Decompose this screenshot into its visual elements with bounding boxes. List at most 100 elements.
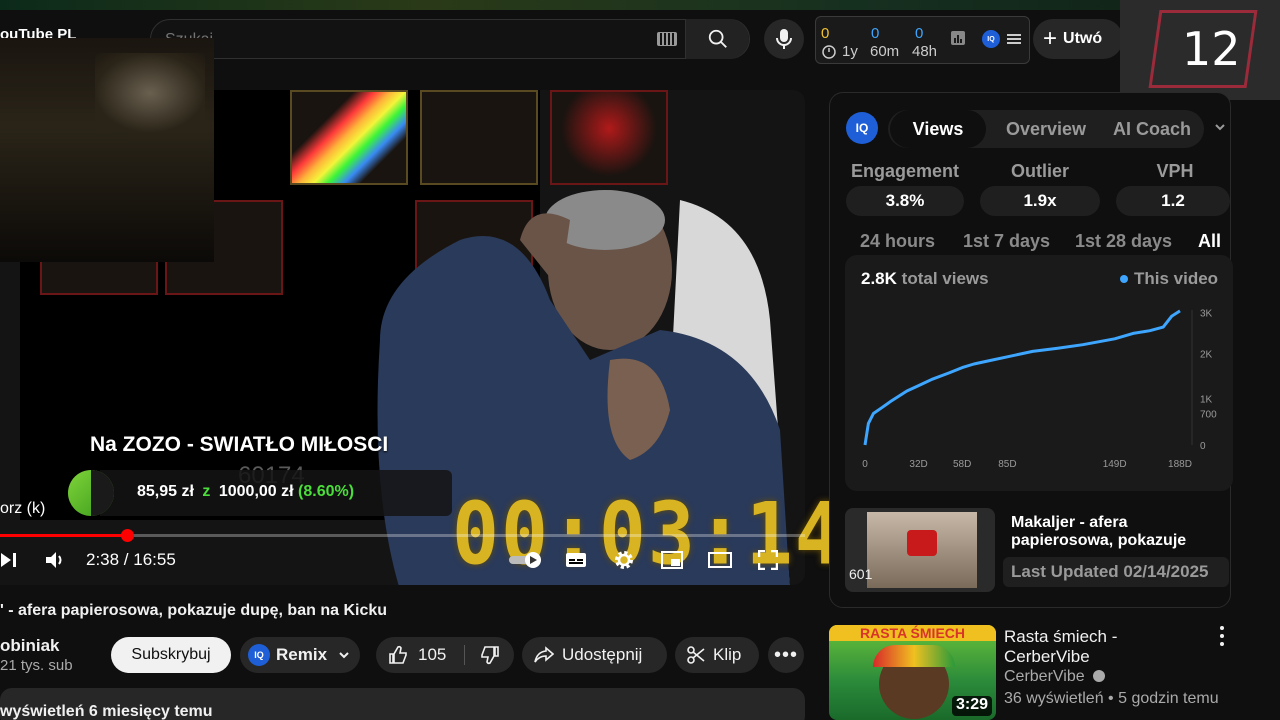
recommendation-channel-name: CerberVibe [1004, 668, 1085, 685]
fullscreen-button[interactable] [756, 548, 780, 572]
panel-collapse-chevron-icon[interactable] [1214, 120, 1226, 138]
kebab-dot [1220, 634, 1224, 638]
video-title: ' - afera papierosowa, pokazuje dupę, ba… [0, 602, 388, 619]
range-all[interactable]: All [1198, 231, 1221, 252]
search-input[interactable] [165, 28, 645, 52]
stat-1y-value: 0 [821, 25, 830, 42]
clip-button[interactable]: Klip [675, 637, 759, 673]
kebab-dot [1220, 626, 1224, 630]
search-icon [708, 29, 727, 48]
extension-stats-box[interactable]: 0 1y 0 60m 0 48h IQ [815, 16, 1030, 64]
donation-progress-circle [68, 470, 114, 516]
volume-icon [46, 552, 62, 568]
range-24-hours[interactable]: 24 hours [860, 231, 935, 252]
donation-connector: z [202, 483, 211, 500]
verified-icon [1093, 670, 1106, 682]
thumbs-down-icon [480, 646, 499, 665]
x-tick-label: 32D [909, 459, 927, 470]
next-button[interactable] [0, 548, 20, 572]
remix-button[interactable]: IQ Remix [240, 637, 360, 673]
progress-bar-fill [0, 534, 128, 537]
x-tick-label: 149D [1103, 459, 1127, 470]
dislike-button[interactable] [465, 637, 514, 673]
tab-ai-coach[interactable]: AI Coach [1102, 110, 1202, 148]
microphone-icon [776, 29, 792, 49]
stat-48h-label: 48h [912, 43, 938, 60]
thumbnail-hat [873, 645, 955, 667]
menu-icon[interactable] [1007, 32, 1021, 46]
stat-48h-value: 0 [915, 25, 924, 42]
autoplay-icon [509, 552, 541, 568]
total-views-suffix: total views [901, 269, 989, 288]
metric-engagement-value: 3.8% [846, 186, 964, 216]
metric-outlier-label: Outlier [1010, 161, 1069, 181]
bar-chart-icon[interactable] [950, 30, 966, 46]
subtitles-button[interactable] [564, 548, 588, 572]
y-tick-label: 0 [1200, 441, 1206, 452]
subtitles-icon [566, 553, 586, 567]
theater-icon [708, 552, 732, 568]
range-first-28-days[interactable]: 1st 28 days [1075, 231, 1172, 252]
views-line-chart: 0 700 1K 2K 3K 0 32D 58D 85D 149D 188D [862, 308, 1217, 470]
iq-extension-icon[interactable]: IQ [982, 30, 1000, 48]
keyboard-icon[interactable] [657, 32, 677, 46]
theater-mode-button[interactable] [707, 548, 733, 572]
share-button[interactable]: Udostępnij [522, 637, 667, 673]
notification-counter: 12 [1120, 0, 1280, 100]
total-views: 2.8K total views [861, 269, 989, 289]
plus-icon: + [1043, 25, 1058, 52]
create-button[interactable]: + Utwó [1033, 19, 1123, 59]
analytics-tabs: Views Overview AI Coach [888, 110, 1204, 148]
x-tick-label: 58D [953, 459, 971, 470]
clip-label: Klip [713, 645, 742, 664]
clock-icon [822, 45, 836, 59]
iq-icon: IQ [248, 644, 270, 666]
webcam-overlay [0, 38, 214, 262]
y-tick-label: 1K [1200, 395, 1213, 406]
description-meta: wyświetleń 6 miesięcy temu [0, 703, 213, 720]
thumbnail-red-object [907, 530, 937, 556]
search-button[interactable] [685, 19, 749, 59]
video-duration: 3:29 [951, 696, 992, 716]
settings-button[interactable] [612, 548, 636, 572]
like-count: 105 [418, 645, 447, 664]
x-tick-label: 0 [862, 459, 868, 470]
recommendation-thumb-title: RASTA ŚMIECH [829, 625, 996, 641]
recommendation-channel[interactable]: CerberVibe [1004, 668, 1106, 686]
x-tick-label: 188D [1168, 459, 1192, 470]
channel-subscribers: 21 tys. sub [0, 657, 73, 674]
counter-number: 12 [1182, 22, 1241, 76]
voice-search-button[interactable] [764, 19, 804, 59]
recommendation-thumbnail[interactable]: RASTA ŚMIECH 3:29 [829, 625, 996, 720]
x-tick-label: 85D [998, 459, 1016, 470]
tab-views[interactable]: Views [890, 110, 986, 148]
subscribe-button[interactable]: Subskrybuj [111, 637, 231, 673]
metric-engagement-label: Engagement [850, 161, 960, 181]
metric-vph-value: 1.2 [1116, 186, 1230, 216]
more-horizontal-icon: ••• [773, 644, 798, 666]
related-video-title[interactable]: Makaljer - afera papierosowa, pokazuje d… [1011, 514, 1226, 550]
series-line-this-video [863, 309, 1181, 446]
donation-goal-text: 85,95 zł z 1000,00 zł (8.60%) [137, 483, 354, 501]
more-actions-button[interactable]: ••• [768, 637, 804, 673]
miniplayer-button[interactable] [660, 548, 684, 572]
donation-goal: 1000,00 zł [218, 483, 294, 500]
tab-overview[interactable]: Overview [992, 110, 1100, 148]
kebab-dot [1220, 642, 1224, 646]
stream-overlay-title: Na ZOZO - SWIATŁO MIŁOSCI [90, 433, 389, 456]
donation-percent: (8.60%) [298, 483, 355, 500]
volume-button[interactable] [42, 548, 68, 572]
share-label: Udostępnij [562, 645, 643, 664]
metric-outlier-value: 1.9x [980, 186, 1100, 216]
next-icon [1, 553, 16, 567]
chevron-down-icon [338, 646, 350, 666]
recommendation-menu-button[interactable] [1214, 626, 1230, 646]
channel-name[interactable]: obiniak [0, 636, 60, 656]
like-button[interactable]: 105 [376, 637, 464, 673]
recommendation-title[interactable]: Rasta śmiech - CerberVibe [1004, 627, 1204, 667]
autoplay-toggle[interactable] [508, 548, 544, 572]
range-first-7-days[interactable]: 1st 7 days [963, 231, 1050, 252]
scissors-icon [687, 646, 705, 664]
time-display: 2:38 / 16:55 [86, 550, 176, 569]
related-video-thumbnail[interactable]: 601 [845, 508, 995, 592]
